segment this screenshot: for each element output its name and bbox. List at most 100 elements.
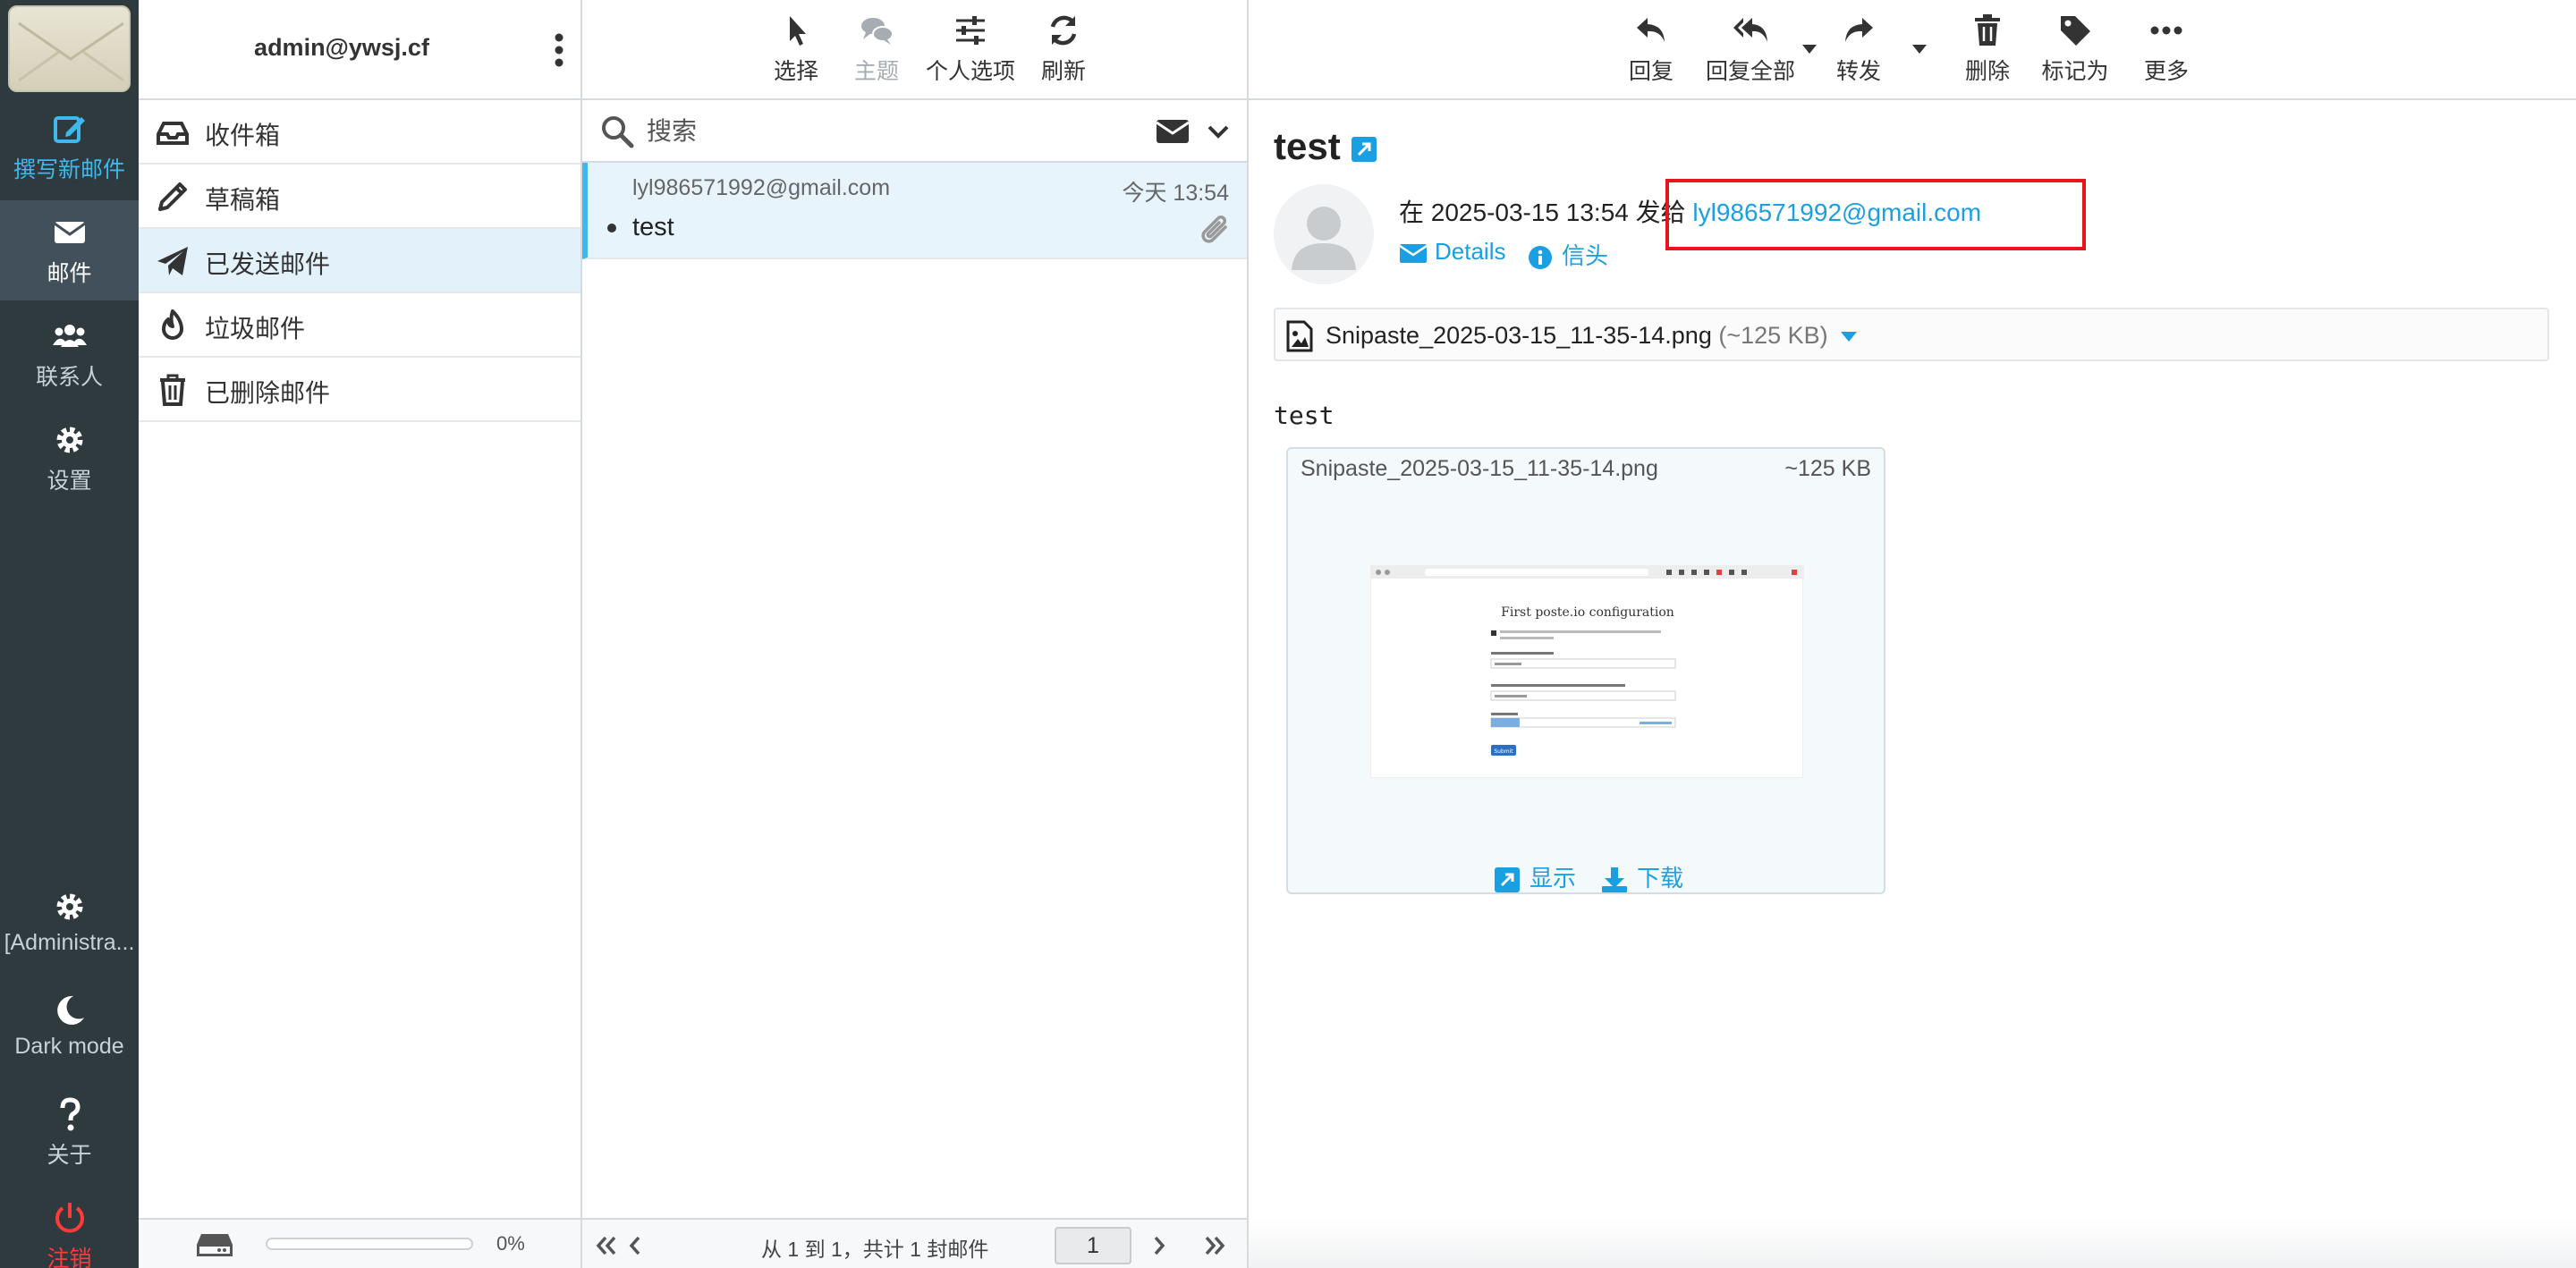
- reply-all-dropdown-caret[interactable]: [1802, 45, 1817, 54]
- more-label: 更多: [2143, 59, 2189, 84]
- gear-icon: [56, 893, 82, 920]
- envelope-icon: [1399, 244, 1428, 264]
- reply-label: 回复: [1628, 59, 1674, 84]
- folder-label: 已发送邮件: [205, 250, 331, 278]
- quota-bar: 0%: [139, 1218, 580, 1268]
- preview-filename: Snipaste_2025-03-15_11-35-14.png: [1301, 456, 1658, 481]
- attachment-dropdown-icon[interactable]: [1840, 332, 1857, 342]
- mark-label: 标记为: [2041, 59, 2109, 84]
- folder-label: 已删除邮件: [205, 379, 331, 407]
- next-page-icon[interactable]: [1146, 1232, 1173, 1259]
- quota-progress: [266, 1238, 473, 1250]
- reply-all-icon: [1733, 18, 1767, 42]
- image-thumbnail[interactable]: First poste.io configuration Submit: [1370, 565, 1804, 778]
- reply-all-button[interactable]: 回复全部: [1703, 13, 1798, 86]
- nav-about[interactable]: 关于: [0, 1082, 139, 1182]
- message-toolbar: 回复 回复全部 转发 删除 标记为 更多: [1249, 0, 2576, 100]
- select-label: 选择: [773, 59, 818, 84]
- trash-icon: [1975, 14, 2000, 46]
- question-icon: [60, 1097, 80, 1131]
- chevron-down-icon[interactable]: [1205, 118, 1232, 145]
- search-input[interactable]: [647, 109, 1112, 154]
- message-sender: lyl986571992@gmail.com: [632, 175, 891, 200]
- tag-icon: [2061, 16, 2090, 46]
- folder-pane: admin@ywsj.cf 收件箱 草稿箱 已发送邮件 垃圾邮件 已删除邮件 0…: [139, 0, 582, 1268]
- external-link-icon: [1495, 867, 1520, 893]
- app-logo[interactable]: [8, 5, 131, 92]
- user-silhouette-icon: [1292, 207, 1356, 270]
- search-icon[interactable]: [600, 114, 634, 148]
- attachment-preview-card: Snipaste_2025-03-15_11-35-14.png ~125 KB…: [1286, 447, 1885, 894]
- thumbnail-button: Submit: [1494, 748, 1513, 755]
- paper-plane-icon: [157, 247, 188, 275]
- thumbnail-image: First poste.io configuration Submit: [1371, 566, 1804, 756]
- folder-inbox[interactable]: 收件箱: [139, 100, 580, 165]
- details-label: Details: [1435, 238, 1506, 265]
- folder-sent[interactable]: 已发送邮件: [139, 229, 580, 293]
- reply-all-label: 回复全部: [1705, 59, 1795, 84]
- compose-button[interactable]: 撰写新邮件: [0, 97, 139, 197]
- threads-button[interactable]: 主题: [838, 13, 915, 86]
- refresh-icon: [1050, 15, 1077, 46]
- unread-dot-icon: [607, 224, 616, 232]
- mail-label: 邮件: [47, 261, 92, 286]
- more-button[interactable]: 更多: [2140, 13, 2193, 86]
- search-bar: [582, 100, 1247, 163]
- thumbnail-title: First poste.io configuration: [1501, 605, 1674, 620]
- account-name: admin@ywsj.cf: [254, 34, 429, 61]
- open-in-new-window-icon[interactable]: [1351, 136, 1377, 163]
- page-number-input[interactable]: 1: [1055, 1227, 1131, 1264]
- headers-link[interactable]: 信头: [1526, 238, 1608, 271]
- forward-button[interactable]: 转发: [1832, 13, 1885, 86]
- reply-button[interactable]: 回复: [1624, 13, 1678, 86]
- envelope-filter-icon[interactable]: [1155, 116, 1191, 147]
- users-icon: [52, 325, 87, 347]
- refresh-label: 刷新: [1040, 59, 1086, 84]
- select-button[interactable]: 选择: [758, 13, 835, 86]
- message-subject: test: [632, 213, 674, 241]
- fire-icon: [162, 309, 183, 340]
- forward-dropdown-caret[interactable]: [1912, 45, 1927, 54]
- folder-label: 草稿箱: [205, 186, 281, 214]
- show-label: 显示: [1530, 865, 1577, 892]
- envelope-icon: [53, 222, 86, 243]
- gear-icon: [56, 427, 82, 453]
- reply-icon: [1637, 18, 1665, 42]
- first-page-icon[interactable]: [593, 1232, 620, 1259]
- folder-junk[interactable]: 垃圾邮件: [139, 293, 580, 358]
- power-icon: [55, 1203, 84, 1233]
- pencil-icon: [158, 182, 187, 211]
- previous-page-icon[interactable]: [622, 1232, 648, 1259]
- refresh-button[interactable]: 刷新: [1028, 13, 1099, 86]
- nav-settings[interactable]: 设置: [0, 408, 139, 508]
- mark-button[interactable]: 标记为: [2039, 13, 2111, 86]
- inbox-icon: [157, 122, 189, 145]
- delete-button[interactable]: 删除: [1961, 13, 2014, 86]
- message-list-pane: 选择 主题 个人选项 刷新 搜索 lyl986571992@gmail.com …: [582, 0, 1249, 1268]
- nav-mail[interactable]: 邮件: [0, 200, 139, 300]
- nav-contacts[interactable]: 联系人: [0, 304, 139, 404]
- message-body: test: [1274, 401, 1335, 430]
- download-attachment-link[interactable]: 下载: [1601, 860, 1683, 893]
- delete-label: 删除: [1964, 59, 2010, 84]
- logout-button[interactable]: 注销: [0, 1186, 139, 1268]
- nav-administration[interactable]: [Administra...: [0, 875, 139, 975]
- message-list-item[interactable]: lyl986571992@gmail.com 今天 13:54 test: [582, 163, 1247, 259]
- highlight-box: [1665, 179, 2086, 250]
- folder-trash[interactable]: 已删除邮件: [139, 358, 580, 422]
- message-subject-heading: test: [1274, 125, 1341, 167]
- headers-label: 信头: [1562, 242, 1609, 269]
- dark-mode-toggle[interactable]: Dark mode: [0, 978, 139, 1078]
- show-attachment-link[interactable]: 显示: [1494, 860, 1576, 893]
- folder-drafts[interactable]: 草稿箱: [139, 165, 580, 229]
- options-button[interactable]: 个人选项: [914, 13, 1027, 86]
- settings-label: 设置: [47, 469, 92, 494]
- quota-percent: 0%: [496, 1232, 525, 1255]
- comments-icon: [861, 18, 894, 45]
- attachment-list[interactable]: Snipaste_2025-03-15_11-35-14.png (~125 K…: [1274, 308, 2549, 361]
- vertical-dots-icon[interactable]: [554, 32, 564, 68]
- info-circle-icon: [1529, 246, 1552, 270]
- last-page-icon[interactable]: [1201, 1232, 1228, 1259]
- message-view-pane: 回复 回复全部 转发 删除 标记为 更多 test 在 2025-03-15 1…: [1249, 0, 2576, 1268]
- details-link[interactable]: Details: [1399, 238, 1505, 266]
